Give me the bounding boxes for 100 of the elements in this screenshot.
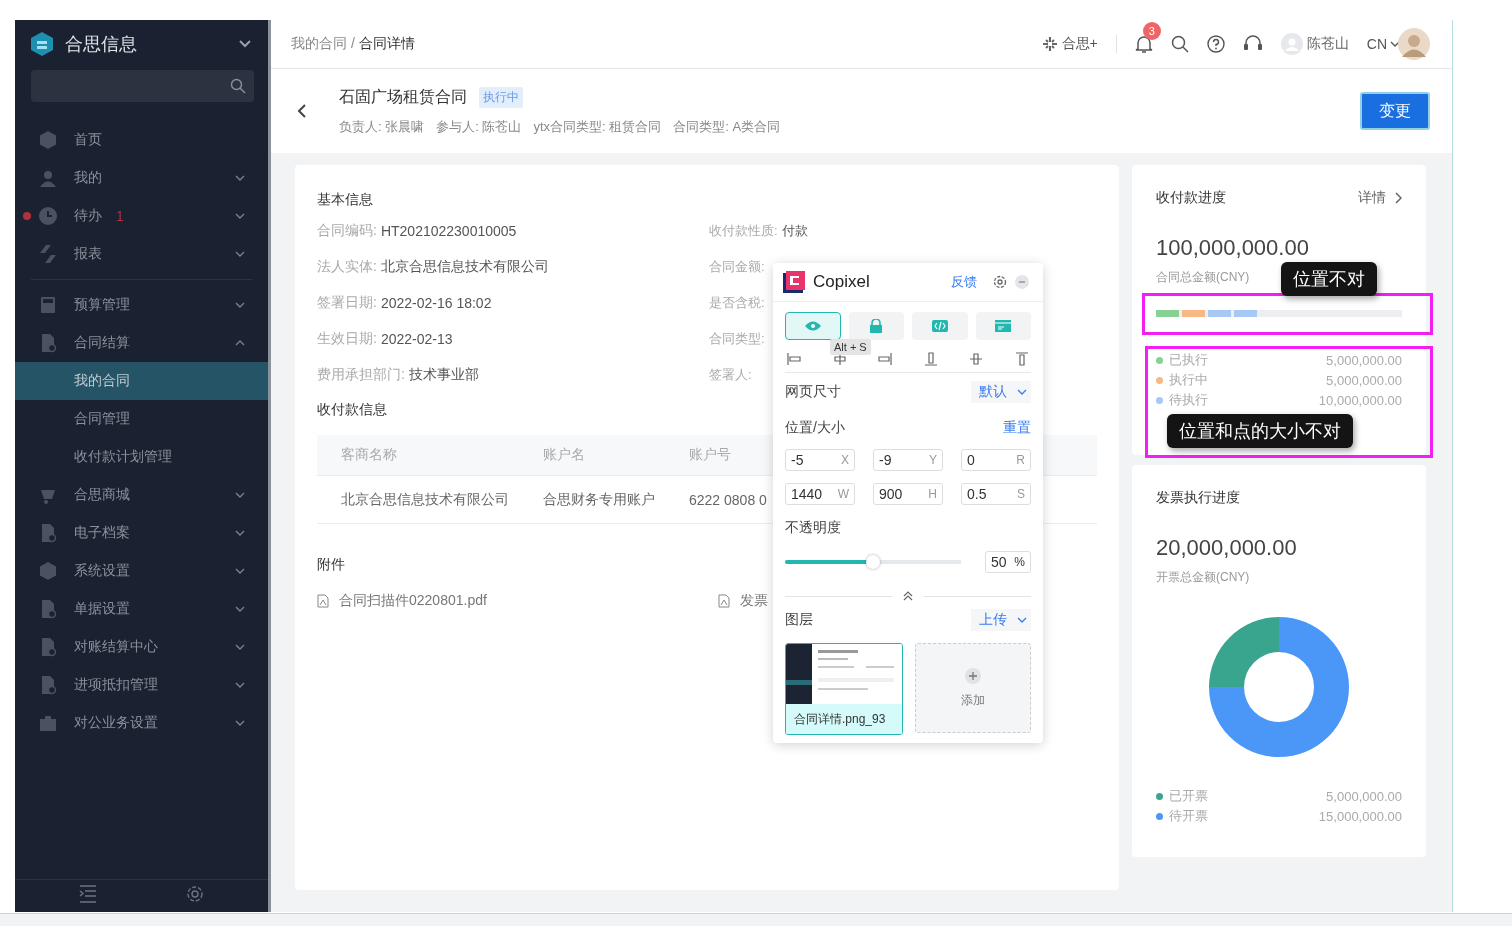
panel-title: Copixel [813,272,871,292]
breadcrumb-separator: / [351,35,355,53]
nav-subitem[interactable]: 我的合同 [15,362,268,400]
nav-subitem[interactable]: 合同管理 [15,400,268,438]
legend-label: 执行中 [1169,371,1208,389]
back-icon[interactable] [297,103,307,119]
breadcrumb-link[interactable]: 我的合同 [291,35,347,53]
chevron-icon[interactable] [238,39,252,49]
section-title: 基本信息 [317,191,373,209]
table-cell-text: 合思财务专用账户 [543,490,656,509]
add-layer-button[interactable]: 添加 [915,643,1031,733]
layout-icon [994,319,1013,333]
nav-item[interactable]: 首页 [15,121,268,159]
code-button[interactable] [912,312,968,340]
annotation-tooltip: 位置不对 [1281,262,1377,296]
nav-item[interactable]: 对公业务设置 [15,704,268,742]
help-icon[interactable] [1206,35,1225,53]
field-value: 2022-02-16 18:02 [380,295,492,311]
align-right-icon[interactable] [878,352,893,366]
collapse-icon[interactable] [902,591,914,601]
layout-button[interactable] [975,312,1031,340]
nav-item[interactable]: 合思商城 [15,476,268,514]
apps-button[interactable]: 合思+ [1042,35,1098,53]
search-icon[interactable] [1170,35,1189,53]
section-title: 附件 [317,556,345,574]
field-value: 付款 [781,222,808,240]
layer-card[interactable]: 合同详情.png_93 [785,643,903,735]
upload-dropdown[interactable]: 上传 [971,609,1031,631]
number-field[interactable]: 0 R [961,449,1031,471]
field-label: 是否含税: [709,294,765,312]
number-field[interactable]: -5 X [785,449,855,471]
collapse-menu-icon[interactable] [79,884,98,904]
settings-icon[interactable] [993,275,1007,289]
legend-label: 待执行 [1169,391,1208,409]
field-label: 合同编码: [317,222,377,240]
user-icon [1280,33,1303,55]
nav-subitem[interactable]: 收付款计划管理 [15,438,268,476]
number-field[interactable]: -9 Y [873,449,943,471]
nav-item[interactable]: 合同结算 [15,324,268,362]
legend-label: 待开票 [1169,807,1208,825]
field-label: 签署人: [709,366,752,384]
status-tag: 执行中 [479,86,523,108]
legend-value: 10,000,000.00 [1318,392,1402,408]
number-field[interactable]: 900 H [873,483,943,505]
align-center-icon[interactable] [832,352,847,366]
file-link[interactable]: 合同扫描件0220801.pdf [317,592,718,610]
nav-item[interactable]: 我的 [15,159,268,197]
number-field[interactable]: 0.5 S [961,483,1031,505]
hex-icon [38,130,58,150]
column-header: 账户名 [543,446,586,464]
align-left-icon[interactable] [787,352,801,366]
nav-item[interactable]: 单据设置 [15,590,268,628]
field-value: 技术事业部 [408,366,479,384]
eye-icon [803,319,822,333]
amount-value: 100,000,000.00 [1156,235,1310,261]
plus-icon [965,667,981,684]
setting-label: 网页尺寸 [785,383,841,401]
bell-icon[interactable] [1134,34,1153,54]
amount-value: 20,000,000.00 [1156,535,1298,561]
feedback-link[interactable]: 反馈 [951,273,977,291]
legend-label: 已执行 [1169,351,1208,369]
details-link[interactable]: 详情 [1358,189,1402,207]
align-bottom-icon[interactable] [923,352,938,366]
opacity-field[interactable]: 50 % [985,551,1031,573]
shortcut-tooltip: Alt + S [830,339,871,355]
nav-item[interactable]: 预算管理 [15,286,268,324]
nav-item[interactable]: 进项抵扣管理 [15,666,268,704]
field-label: 生效日期: [317,330,377,348]
search-icon [230,78,246,94]
headset-icon[interactable] [1242,35,1263,53]
app-title: 合思信息 [65,33,138,56]
slider-thumb[interactable] [866,555,880,569]
nav-item[interactable]: 电子档案 [15,514,268,552]
nav-item[interactable]: 系统设置 [15,552,268,590]
column-header: 客商名称 [340,446,398,464]
file-icon [317,594,329,608]
contract-title: 石固广场租赁合同 [339,86,467,107]
change-button[interactable]: 变更 [1360,92,1430,130]
align-middle-icon[interactable] [969,352,984,366]
number-field[interactable]: 1440 W [785,483,855,505]
page-size-dropdown[interactable]: 默认 [971,381,1031,403]
copixel-logo-icon [783,271,805,293]
nav-item[interactable]: 待办 1 [15,197,268,235]
nav-item[interactable]: 报表 [15,235,268,273]
breadcrumb-link[interactable]: 合同详情 [358,35,415,53]
table-cell: 6222 0808 0 [689,491,767,508]
reset-link[interactable]: 重置 [1003,419,1031,437]
settings-icon[interactable] [185,884,204,904]
minimize-icon[interactable] [1015,275,1029,289]
align-top-icon[interactable] [1014,352,1029,366]
meta-text: 参与人: 陈苍山 [436,117,522,136]
setting-label: 图层 [785,611,813,629]
setting-label: 不透明度 [785,519,842,537]
search-field[interactable] [31,70,254,102]
user-menu[interactable]: 陈苍山 [1280,33,1349,55]
avatar[interactable] [1398,28,1430,60]
nav-item[interactable]: 对账结算中心 [15,628,268,666]
eye-button[interactable] [785,312,841,340]
lock-button[interactable] [848,312,904,340]
field-label: 合同金额: [709,258,765,276]
